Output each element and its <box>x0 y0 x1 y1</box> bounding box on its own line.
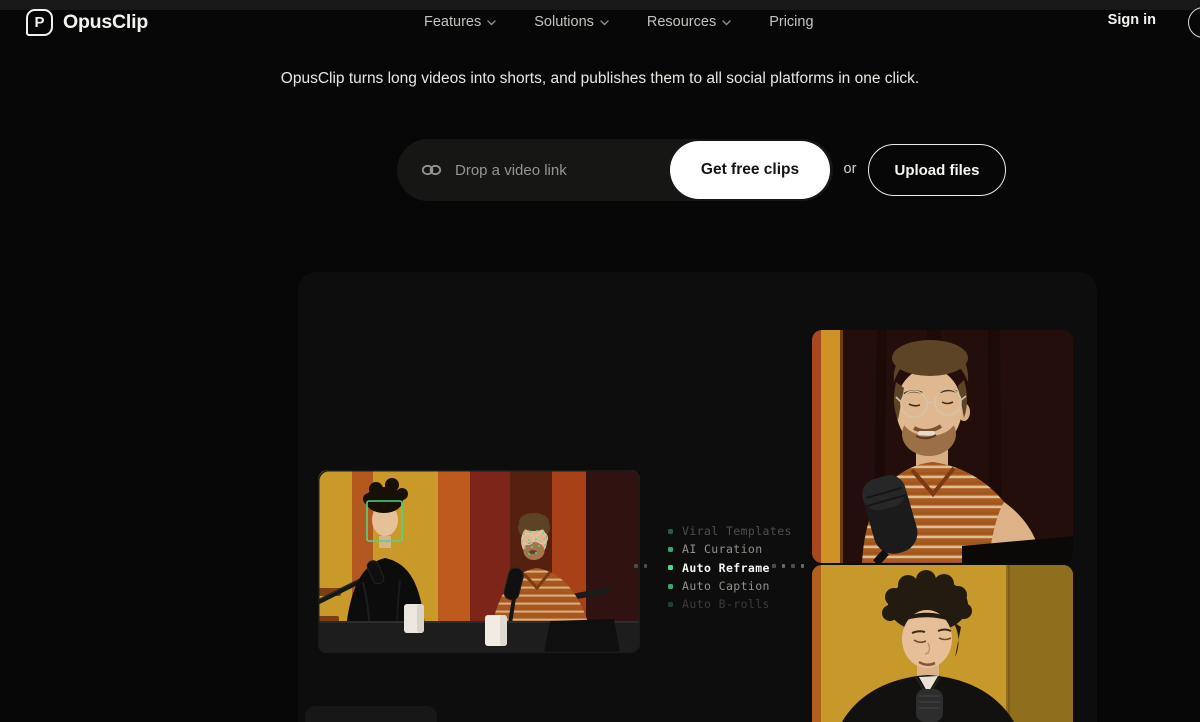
logo-letter: P <box>34 15 44 30</box>
feature-item-ai-curation[interactable]: AI Curation <box>666 540 806 558</box>
dot <box>791 564 795 568</box>
nav-item-solutions[interactable]: Solutions <box>534 14 609 30</box>
feature-bullet <box>668 547 673 552</box>
logo-home-link[interactable]: P OpusClip <box>26 9 148 36</box>
mug <box>404 604 424 633</box>
dot <box>644 564 648 568</box>
brand-name: OpusClip <box>63 11 148 34</box>
or-separator: or <box>838 161 862 177</box>
feature-label: Auto B-rolls <box>682 597 770 611</box>
get-free-clips-button[interactable]: Get free clips <box>670 141 830 199</box>
chevron-down-icon <box>722 20 731 26</box>
feature-item-auto-caption[interactable]: Auto Caption <box>666 577 806 595</box>
nav-item-features[interactable]: Features <box>424 14 496 30</box>
feature-list: Viral Templates AI Curation Auto Reframe… <box>666 522 806 613</box>
connector-dots-right <box>772 564 804 568</box>
upload-files-button[interactable]: Upload files <box>868 144 1006 196</box>
feature-item-auto-reframe[interactable]: Auto Reframe <box>666 559 806 577</box>
feature-label: Auto Caption <box>682 579 770 593</box>
dot <box>782 564 786 568</box>
hero-tagline: OpusClip turns long videos into shorts, … <box>0 70 1200 88</box>
dot <box>801 564 805 568</box>
table <box>318 619 640 653</box>
nav-item-label: Pricing <box>769 14 813 30</box>
feature-bullet <box>668 565 673 570</box>
feature-label: Auto Reframe <box>682 561 770 575</box>
nav-item-pricing[interactable]: Pricing <box>769 14 813 30</box>
feature-item-viral-templates[interactable]: Viral Templates <box>666 522 806 540</box>
nav-item-label: Features <box>424 14 481 30</box>
nav-item-label: Resources <box>647 14 716 30</box>
opusclip-homepage: P OpusClip Features Solutions Resources … <box>0 0 1200 722</box>
sign-in-button[interactable]: Sign in <box>1108 12 1156 28</box>
bottom-partial-bar <box>305 706 437 722</box>
reframed-video-top <box>812 330 1073 563</box>
link-icon <box>421 163 442 177</box>
connector-dots-left <box>634 564 647 568</box>
feature-label: AI Curation <box>682 542 763 556</box>
feature-label: Viral Templates <box>682 524 792 538</box>
reframed-video-bottom <box>812 565 1073 722</box>
feature-bullet <box>668 584 673 589</box>
mug <box>485 615 507 646</box>
opusclip-logo-icon: P <box>26 9 53 36</box>
main-nav: Features Solutions Resources Pricing <box>424 0 814 44</box>
source-video-preview <box>318 470 640 653</box>
feature-bullet <box>668 529 673 534</box>
dot <box>634 564 638 568</box>
chevron-down-icon <box>487 20 496 26</box>
cut-off-cta-button[interactable] <box>1188 7 1200 38</box>
dot <box>772 564 776 568</box>
feature-bullet <box>668 602 673 607</box>
chevron-down-icon <box>600 20 609 26</box>
nav-item-label: Solutions <box>534 14 594 30</box>
demo-panel: Viral Templates AI Curation Auto Reframe… <box>298 272 1097 722</box>
nav-item-resources[interactable]: Resources <box>647 14 731 30</box>
microphone <box>916 689 943 722</box>
video-link-input[interactable] <box>455 162 695 179</box>
feature-item-auto-brolls[interactable]: Auto B-rolls <box>666 595 806 613</box>
